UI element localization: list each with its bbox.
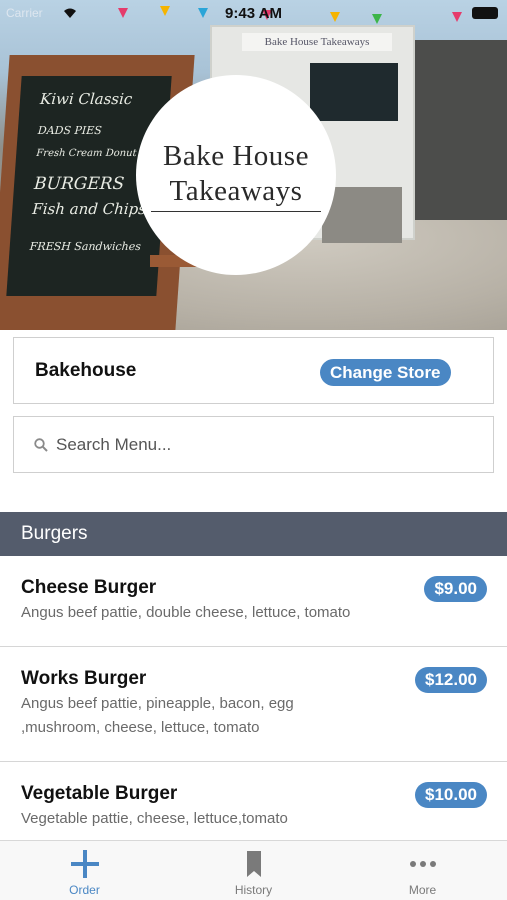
item-description: Vegetable pattie, cheese, lettuce,tomato <box>21 810 288 827</box>
item-name: Works Burger <box>21 668 147 689</box>
hero-banner: Bake House Takeaways Kiwi Classic DADS P… <box>0 0 507 330</box>
item-description: Angus beef pattie, pineapple, bacon, egg… <box>21 695 294 736</box>
menu-item-vegetable-burger[interactable]: Vegetable Burger Vegetable pattie, chees… <box>0 762 507 842</box>
price-badge: $12.00 <box>415 667 487 693</box>
menu-item-cheese-burger[interactable]: Cheese Burger Angus beef pattie, double … <box>0 556 507 647</box>
logo-text-line1: Bake House <box>163 139 309 172</box>
chalk-line: Fresh Cream Donut <box>35 148 137 159</box>
chalk-line: Kiwi Classic <box>39 90 133 108</box>
tab-label: More <box>408 883 437 897</box>
status-bar: Carrier 9:43 AM <box>0 0 507 28</box>
store-card: Bakehouse Change Store <box>13 337 494 404</box>
search-icon <box>34 438 48 452</box>
ellipsis-icon <box>410 861 436 867</box>
menu-item-works-burger[interactable]: Works Burger Angus beef pattie, pineappl… <box>0 647 507 762</box>
tab-label: History <box>234 883 273 897</box>
truck-sign: Bake House Takeaways <box>242 33 392 51</box>
tab-order[interactable]: Order <box>0 841 169 900</box>
store-name: Bakehouse <box>35 360 137 381</box>
bookmark-icon <box>247 851 261 877</box>
tab-label: Order <box>69 883 100 897</box>
store-logo: Bake House Takeaways <box>136 75 336 275</box>
search-input[interactable] <box>56 431 476 459</box>
tab-bar: Order History More <box>0 840 507 900</box>
awning <box>410 40 507 220</box>
item-description: Angus beef pattie, double cheese, lettuc… <box>21 604 351 621</box>
battery-icon <box>472 7 498 19</box>
item-name: Cheese Burger <box>21 577 157 598</box>
price-badge: $9.00 <box>424 576 487 602</box>
logo-underline <box>151 210 321 212</box>
item-name: Vegetable Burger <box>21 783 178 804</box>
chalk-line: DADS PIES <box>37 124 103 137</box>
truck-menu-board <box>310 63 398 121</box>
status-time: 9:43 AM <box>225 5 282 22</box>
truck-base <box>322 187 402 243</box>
chalk-line: Fish and Chips <box>31 200 147 218</box>
change-store-button[interactable]: Change Store <box>320 359 451 386</box>
tab-more[interactable]: More <box>338 841 507 900</box>
price-badge: $10.00 <box>415 782 487 808</box>
category-header: Burgers <box>0 512 507 556</box>
search-bar[interactable] <box>13 416 494 473</box>
tab-history[interactable]: History <box>169 841 338 900</box>
chalk-line: BURGERS <box>33 174 125 194</box>
plus-icon <box>71 850 99 878</box>
chalk-line: FRESH Sandwiches <box>29 240 142 253</box>
logo-text-line2: Takeaways <box>169 174 303 207</box>
